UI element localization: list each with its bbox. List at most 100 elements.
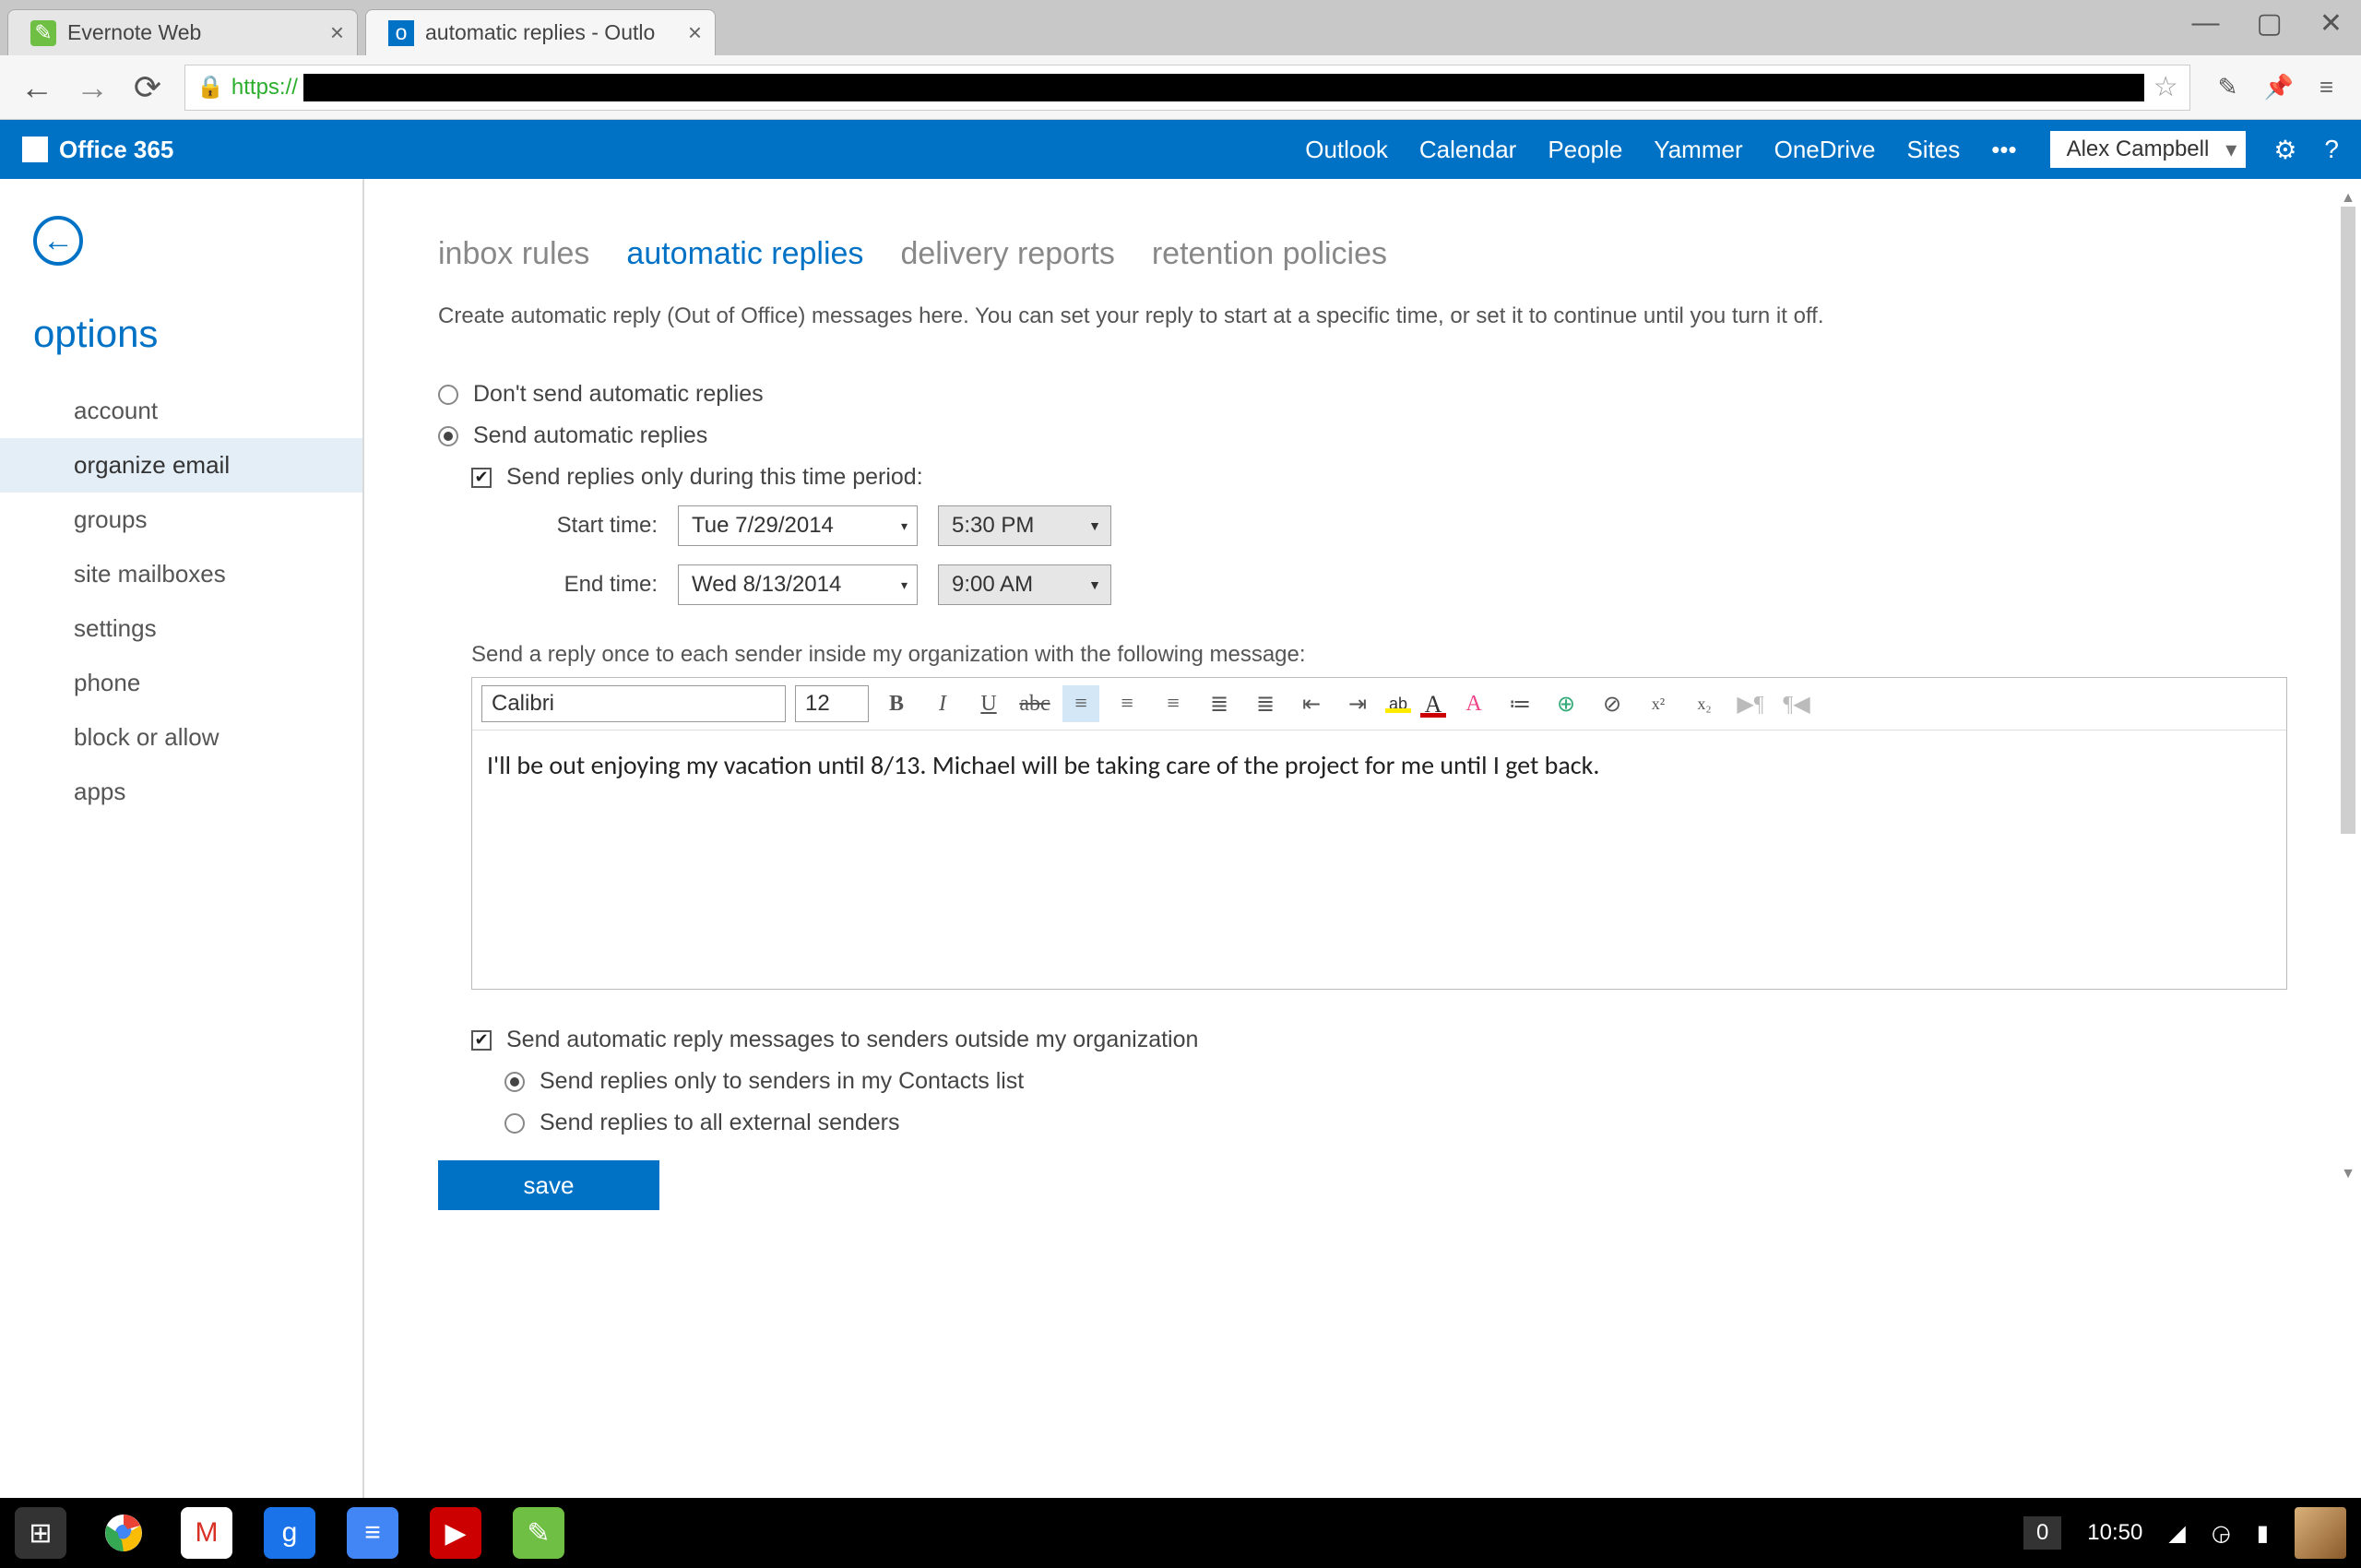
sound-icon[interactable]: ◢ [2168,1520,2185,1547]
radio-outside-contacts[interactable]: Send replies only to senders in my Conta… [504,1068,2296,1095]
align-left-button[interactable]: ≡ [1062,685,1099,722]
forward-button[interactable]: → [74,68,111,107]
window-controls: — ▢ ✕ [2192,7,2343,40]
checkbox-outside-org[interactable]: Send automatic reply messages to senders… [471,1027,2296,1053]
bookmark-icon[interactable]: ☆ [2153,71,2178,103]
nav-onedrive[interactable]: OneDrive [1774,136,1876,164]
maximize-icon[interactable]: ▢ [2257,7,2283,40]
help-icon[interactable]: ? [2324,135,2339,164]
rtl-button[interactable]: ¶◀ [1778,685,1815,722]
pin-icon[interactable]: 📌 [2263,73,2293,101]
ltr-button[interactable]: ▶¶ [1732,685,1769,722]
dd-value: 12 [805,691,830,717]
nav-sites[interactable]: Sites [1906,136,1960,164]
message-body[interactable]: I'll be out enjoying my vacation until 8… [472,731,2286,989]
italic-button[interactable]: I [924,685,961,722]
close-icon[interactable]: ✕ [2319,7,2343,40]
bold-button[interactable]: B [878,685,915,722]
radio-outside-all[interactable]: Send replies to all external senders [504,1110,2296,1136]
youtube-icon[interactable]: ▶ [430,1507,481,1559]
font-size-dropdown[interactable]: 12 [795,685,869,722]
sidebar-item-site-mailboxes[interactable]: site mailboxes [0,547,362,601]
align-right-button[interactable]: ≡ [1155,685,1192,722]
unlink-button[interactable]: ⊘ [1594,685,1631,722]
battery-icon[interactable]: ▮ [2257,1520,2269,1547]
gmail-icon[interactable]: M [181,1507,232,1559]
reload-button[interactable]: ⟳ [129,68,166,107]
nav-calendar[interactable]: Calendar [1419,136,1517,164]
number-list-button[interactable]: ≣ [1247,685,1284,722]
sidebar-item-apps[interactable]: apps [0,765,362,819]
bullet-list-button[interactable]: ≣ [1201,685,1238,722]
inside-org-label: Send a reply once to each sender inside … [471,642,2296,668]
insert-rule-button[interactable]: ≔ [1501,685,1538,722]
tab-retention-policies[interactable]: retention policies [1152,236,1387,272]
chrome-icon[interactable] [98,1507,149,1559]
radio-send[interactable]: Send automatic replies [438,422,2296,449]
browser-tab-evernote[interactable]: ✎ Evernote Web × [7,9,358,55]
user-menu[interactable]: Alex Campbell [2050,131,2247,168]
nav-people[interactable]: People [1548,136,1622,164]
font-color-button[interactable]: A [1420,685,1446,722]
evernote-ext-icon[interactable]: ✎ [2218,73,2238,101]
subscript-button[interactable]: x₂ [1686,685,1723,722]
chevron-down-icon: ▼ [1088,518,1101,533]
back-circle-button[interactable]: ← [33,216,83,266]
tab-inbox-rules[interactable]: inbox rules [438,236,589,272]
google-icon[interactable]: g [264,1507,315,1559]
tab-delivery-reports[interactable]: delivery reports [900,236,1114,272]
radio-icon [438,426,458,446]
outdent-button[interactable]: ⇤ [1293,685,1330,722]
end-hour-dropdown[interactable]: 9:00 AM▼ [938,564,1111,605]
nav-more-icon[interactable]: ••• [1991,136,2016,164]
sidebar-item-phone[interactable]: phone [0,656,362,710]
scroll-up-icon[interactable]: ▲ [2337,190,2359,207]
nav-yammer[interactable]: Yammer [1654,136,1742,164]
checkbox-time-period[interactable]: Send replies only during this time perio… [471,464,2296,491]
address-bar[interactable]: 🔒 https:// ☆ [184,65,2190,111]
app-launcher-icon[interactable]: ⊞ [15,1507,66,1559]
close-icon[interactable]: × [688,18,702,47]
strikethrough-button[interactable]: abc [1016,685,1053,722]
back-button[interactable]: ← [18,68,55,107]
wifi-icon[interactable]: ◶ [2212,1520,2231,1547]
sidebar-item-account[interactable]: account [0,384,362,438]
scrollbar[interactable]: ▲ ▼ [2337,190,2359,1186]
scroll-thumb[interactable] [2341,207,2355,834]
o365-brand[interactable]: Office 365 [22,136,173,164]
start-date-dropdown[interactable]: Tue 7/29/2014▾ [678,505,918,546]
indent-button[interactable]: ⇥ [1339,685,1376,722]
office-icon [22,137,48,162]
save-button[interactable]: save [438,1160,659,1210]
tab-automatic-replies[interactable]: automatic replies [626,236,863,272]
clear-format-button[interactable]: A [1455,685,1492,722]
end-date-dropdown[interactable]: Wed 8/13/2014▾ [678,564,918,605]
minimize-icon[interactable]: — [2192,7,2220,40]
user-avatar[interactable] [2295,1507,2346,1559]
evernote-taskbar-icon[interactable]: ✎ [513,1507,564,1559]
sidebar-item-groups[interactable]: groups [0,493,362,547]
nav-outlook[interactable]: Outlook [1305,136,1388,164]
outlook-icon: o [388,20,414,46]
sidebar-item-organize-email[interactable]: organize email [0,438,362,493]
sidebar-item-block-allow[interactable]: block or allow [0,710,362,765]
highlight-button[interactable]: ab [1385,685,1411,722]
dd-value: Wed 8/13/2014 [692,572,841,598]
notification-count[interactable]: 0 [2023,1516,2061,1550]
radio-dont-send[interactable]: Don't send automatic replies [438,381,2296,408]
link-button[interactable]: ⊕ [1548,685,1584,722]
font-family-dropdown[interactable]: Calibri [481,685,786,722]
underline-button[interactable]: U [970,685,1007,722]
menu-icon[interactable]: ≡ [2319,73,2333,101]
docs-icon[interactable]: ≡ [347,1507,398,1559]
chevron-down-icon: ▾ [901,518,908,534]
sidebar-item-settings[interactable]: settings [0,601,362,656]
superscript-button[interactable]: x² [1640,685,1677,722]
browser-tab-outlook[interactable]: o automatic replies - Outlo × [365,9,716,55]
clock[interactable]: 10:50 [2087,1520,2142,1546]
scroll-down-icon[interactable]: ▼ [2337,1166,2359,1182]
gear-icon[interactable]: ⚙ [2273,135,2296,165]
close-icon[interactable]: × [330,18,344,47]
start-hour-dropdown[interactable]: 5:30 PM▼ [938,505,1111,546]
align-center-button[interactable]: ≡ [1109,685,1145,722]
